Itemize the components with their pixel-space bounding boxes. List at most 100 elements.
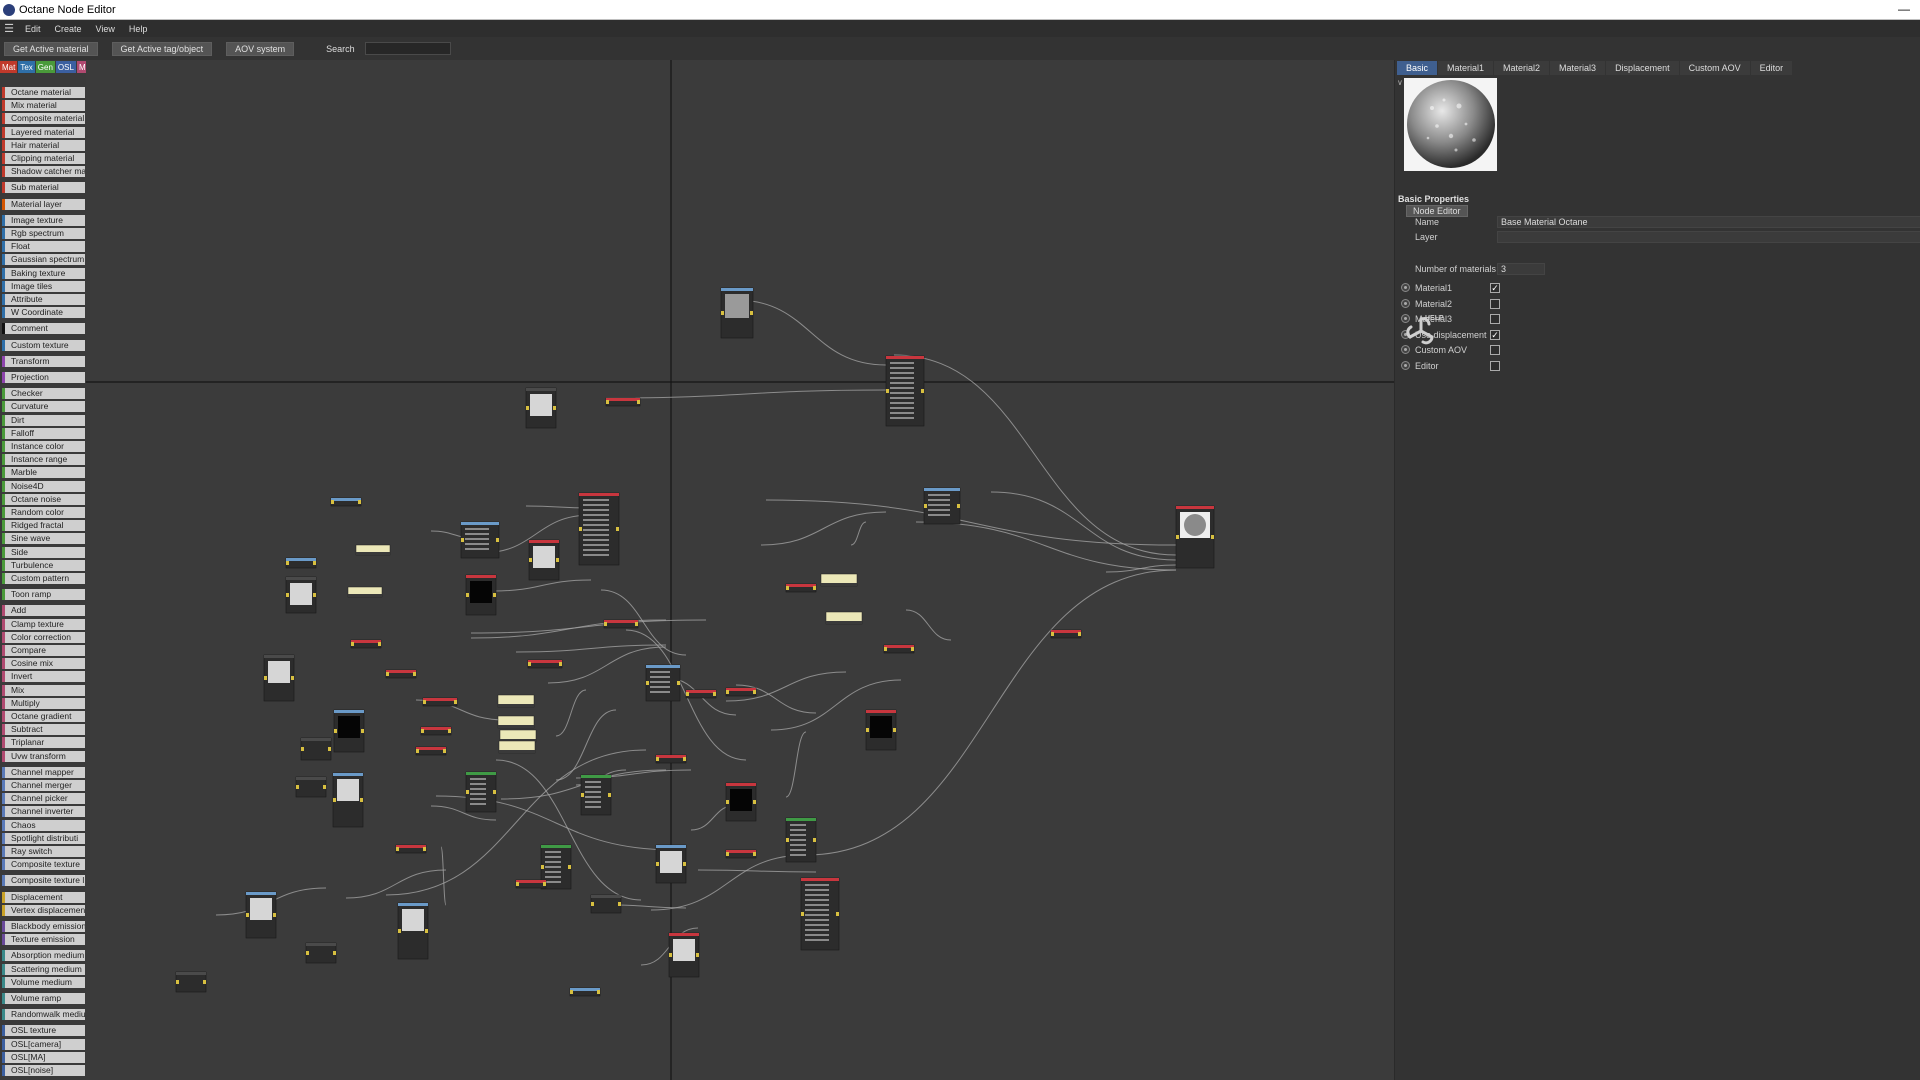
node-input-port[interactable] (579, 527, 582, 531)
node-list-item[interactable]: Transform (2, 355, 85, 367)
node-list-item[interactable]: Composite texture l (2, 875, 85, 887)
node-output-port[interactable] (813, 838, 816, 842)
category-tab-osl[interactable]: OSL (55, 61, 76, 73)
node-output-port[interactable] (496, 538, 499, 542)
get-active-tag-button[interactable]: Get Active tag/object (111, 41, 213, 56)
animate-radio-icon[interactable] (1401, 283, 1410, 292)
node-list-item[interactable]: Random color (2, 507, 85, 518)
node-output-port[interactable] (493, 790, 496, 794)
node-input-port[interactable] (398, 929, 401, 933)
node-input-port[interactable] (541, 865, 544, 869)
node-list-item[interactable]: Float (2, 241, 85, 253)
get-active-material-button[interactable]: Get Active material (4, 41, 98, 56)
node-input-port[interactable] (726, 690, 729, 694)
node-input-port[interactable] (386, 672, 389, 676)
node-output-port[interactable] (893, 728, 896, 732)
node-editor-button[interactable]: Node Editor (1406, 205, 1468, 217)
node-list-item[interactable]: Multiply (2, 697, 85, 709)
node-input-port[interactable] (516, 882, 519, 886)
node-output-port[interactable] (543, 882, 546, 886)
node-output-port[interactable] (448, 729, 451, 733)
node-list-item[interactable]: Attribute (2, 294, 85, 305)
layer-field[interactable] (1497, 231, 1920, 243)
option-checkbox[interactable]: ✓ (1490, 283, 1500, 293)
node-list-item[interactable]: Baking texture (2, 267, 85, 279)
node-input-port[interactable] (296, 785, 299, 789)
collapse-arrow-icon[interactable]: ∨ (1397, 78, 1403, 87)
node-output-port[interactable] (683, 757, 686, 761)
node-list-item[interactable]: Turbulence (2, 559, 85, 571)
node-input-port[interactable] (396, 847, 399, 851)
option-checkbox[interactable] (1490, 345, 1500, 356)
menu-help[interactable]: Help (122, 24, 155, 34)
node-list-item[interactable]: Ridged fractal (2, 520, 85, 532)
category-tab-tex[interactable]: Tex (18, 61, 35, 73)
node-list-item[interactable]: OSL[MA] (2, 1051, 85, 1063)
node-output-port[interactable] (323, 785, 326, 789)
node-output-port[interactable] (273, 913, 276, 917)
node-list-item[interactable]: Side (2, 546, 85, 558)
graph-node[interactable] (300, 737, 332, 761)
node-list-item[interactable]: Clipping material (2, 153, 85, 164)
node-input-port[interactable] (721, 311, 724, 315)
name-field[interactable]: Base Material Octane (1497, 216, 1920, 228)
node-input-port[interactable] (351, 642, 354, 646)
node-output-port[interactable] (313, 561, 316, 565)
node-output-port[interactable] (637, 400, 640, 404)
node-list-item[interactable]: W Coordinate (2, 307, 85, 319)
node-list-item[interactable]: Ray switch (2, 846, 85, 857)
node-input-port[interactable] (286, 593, 289, 597)
menu-create[interactable]: Create (48, 24, 89, 34)
node-output-port[interactable] (360, 798, 363, 802)
node-input-port[interactable] (246, 913, 249, 917)
node-list-item[interactable]: Clamp texture (2, 618, 85, 630)
node-input-port[interactable] (581, 793, 584, 797)
node-list-item[interactable]: Volume medium (2, 976, 85, 988)
node-output-port[interactable] (597, 990, 600, 994)
node-output-port[interactable] (328, 747, 331, 751)
node-input-port[interactable] (604, 622, 607, 626)
node-list-item[interactable]: Mix (2, 684, 85, 696)
node-list-item[interactable]: Custom pattern (2, 573, 85, 584)
node-list-item[interactable]: Channel merger (2, 780, 85, 791)
menu-edit[interactable]: Edit (18, 24, 48, 34)
node-input-port[interactable] (786, 586, 789, 590)
node-output-port[interactable] (1078, 632, 1081, 636)
node-output-port[interactable] (618, 902, 621, 906)
node-list-item[interactable]: Displacement (2, 891, 85, 903)
node-list-item[interactable]: Chaos (2, 819, 85, 831)
node-input-port[interactable] (656, 757, 659, 761)
option-checkbox[interactable]: ✓ (1490, 329, 1500, 340)
node-input-port[interactable] (786, 838, 789, 842)
node-output-port[interactable] (1211, 535, 1214, 539)
node-input-port[interactable] (656, 862, 659, 866)
node-output-port[interactable] (443, 749, 446, 753)
node-list-item[interactable]: Marble (2, 467, 85, 479)
tab-displacement[interactable]: Displacement (1606, 61, 1679, 75)
node-list-item[interactable]: Randomwalk mediu (2, 1009, 85, 1021)
node-output-port[interactable] (358, 500, 361, 504)
node-list-item[interactable]: Spotlight distributi (2, 832, 85, 844)
node-list-item[interactable]: Image tiles (2, 280, 85, 292)
node-output-port[interactable] (556, 558, 559, 562)
number-of-materials-stepper[interactable]: 3 (1497, 263, 1545, 275)
node-list-item[interactable]: Checker (2, 388, 85, 400)
node-input-port[interactable] (529, 558, 532, 562)
node-output-port[interactable] (677, 681, 680, 685)
node-input-port[interactable] (334, 729, 337, 733)
node-list-item[interactable]: Compare (2, 645, 85, 656)
node-list-item[interactable]: Composite texture (2, 859, 85, 871)
node-list-item[interactable]: OSL[camera] (2, 1038, 85, 1050)
node-output-port[interactable] (957, 504, 960, 508)
option-checkbox[interactable] (1490, 298, 1500, 309)
node-output-port[interactable] (713, 692, 716, 696)
node-list-item[interactable]: Comment (2, 323, 85, 335)
node-output-port[interactable] (753, 690, 756, 694)
node-list-item[interactable]: Add (2, 605, 85, 617)
node-input-port[interactable] (528, 662, 531, 666)
hamburger-menu-icon[interactable]: ☰ (0, 22, 18, 35)
tab-material1[interactable]: Material1 (1438, 61, 1494, 75)
node-output-port[interactable] (333, 951, 336, 955)
animate-radio-icon[interactable] (1401, 298, 1410, 308)
node-output-port[interactable] (616, 527, 619, 531)
